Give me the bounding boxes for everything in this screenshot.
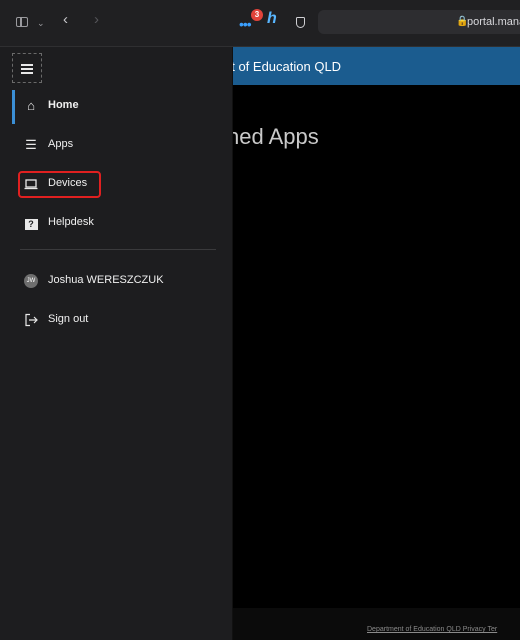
nav-item-home[interactable]: ⌂ Home bbox=[0, 90, 232, 124]
nav-item-helpdesk[interactable]: ? Helpdesk bbox=[0, 207, 232, 239]
user-name: Joshua WERESZCZUK bbox=[48, 274, 164, 286]
page-header-title: nt of Education QLD bbox=[224, 59, 342, 74]
home-icon: ⌂ bbox=[27, 98, 35, 113]
url-text: portal.mana bbox=[467, 16, 520, 28]
extension-dots-icon[interactable]: ••• bbox=[239, 17, 252, 31]
sign-out-icon bbox=[24, 313, 38, 327]
nav-item-devices[interactable]: Devices bbox=[0, 168, 232, 200]
nav-label-helpdesk: Helpdesk bbox=[48, 216, 94, 228]
avatar: JW bbox=[24, 274, 38, 288]
extension-h-icon[interactable]: h bbox=[267, 11, 277, 27]
sidebar-toggle-icon[interactable] bbox=[16, 17, 28, 27]
chevron-down-icon[interactable]: ⌄ bbox=[37, 17, 45, 29]
nav-label-apps: Apps bbox=[48, 138, 74, 150]
nav-label-home: Home bbox=[48, 99, 79, 111]
nav-item-apps[interactable]: ☰ Apps bbox=[0, 129, 232, 161]
browser-toolbar: ⌄ ‹ › ••• 3 h 🔒 portal.mana bbox=[0, 0, 520, 47]
drawer-top bbox=[0, 47, 232, 85]
hamburger-menu-icon[interactable] bbox=[12, 53, 42, 83]
apps-list-icon: ☰ bbox=[25, 137, 37, 152]
help-icon: ? bbox=[24, 216, 38, 230]
laptop-icon bbox=[24, 177, 38, 191]
divider bbox=[20, 249, 216, 250]
back-arrow-icon[interactable]: ‹ bbox=[63, 12, 68, 27]
shield-icon[interactable] bbox=[296, 17, 305, 28]
forward-arrow-icon[interactable]: › bbox=[94, 12, 99, 27]
address-bar[interactable]: 🔒 portal.mana bbox=[318, 10, 520, 34]
active-indicator bbox=[12, 90, 15, 124]
sign-out-label: Sign out bbox=[48, 313, 89, 325]
footer-links[interactable]: Department of Education QLD Privacy Ter bbox=[367, 626, 497, 633]
nav-label-devices: Devices bbox=[48, 177, 88, 189]
navigation-drawer: ⌂ Home ☰ Apps Devices ? Helpdesk JW Josh… bbox=[0, 47, 233, 640]
sign-out-item[interactable]: Sign out bbox=[0, 304, 232, 336]
extension-badge: 3 bbox=[251, 9, 263, 21]
user-profile[interactable]: JW Joshua WERESZCZUK bbox=[0, 265, 232, 297]
